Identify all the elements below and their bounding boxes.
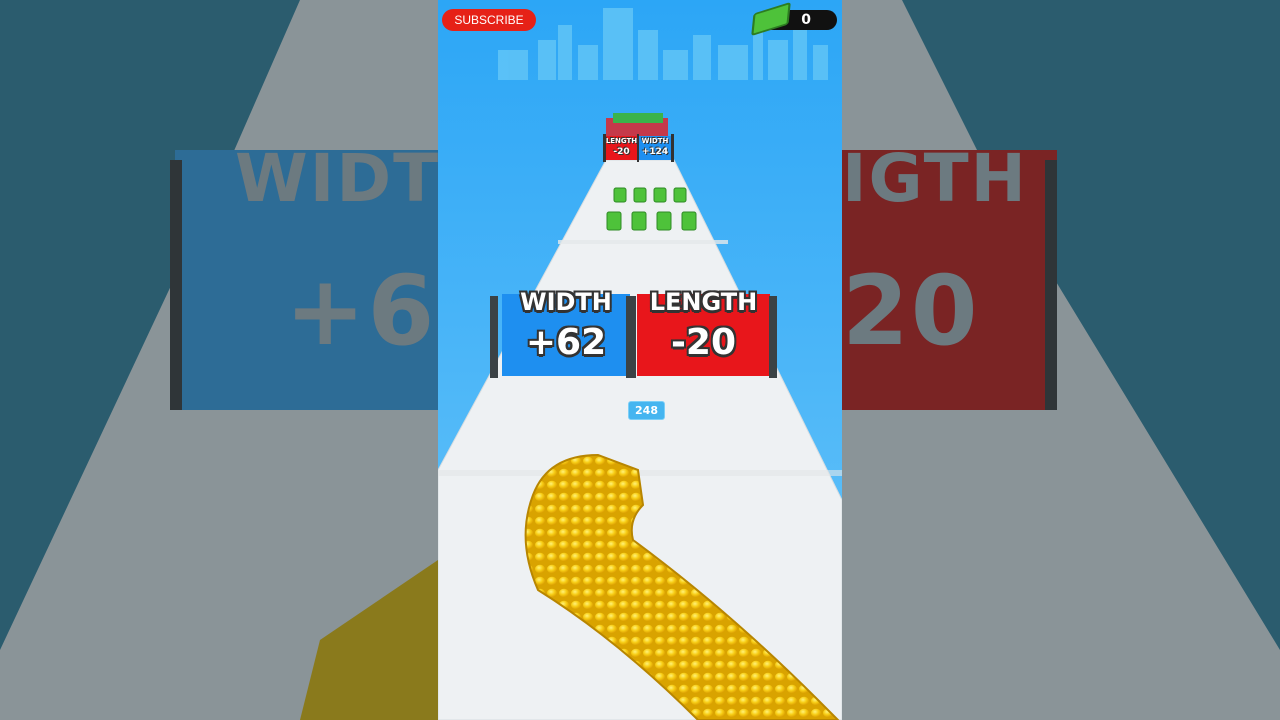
far-gate-width-label: WIDTH: [641, 137, 669, 145]
far-gate-length-label: LENGTH: [605, 137, 638, 145]
background-width-label: WIDT: [235, 140, 438, 217]
gate-post-left: [490, 296, 498, 378]
gate-length-label: LENGTH: [649, 288, 758, 316]
gate-post-right: [769, 296, 777, 378]
money-count: 0: [801, 12, 811, 28]
background-length-label: IGTH: [842, 140, 1028, 217]
background-right: IGTH 20: [842, 0, 1280, 720]
background-width-value: +6: [285, 255, 437, 367]
subscribe-button[interactable]: SUBSCRIBE: [442, 9, 536, 31]
gate-width-value: +62: [525, 322, 607, 363]
gate-width-label: WIDTH: [520, 288, 612, 316]
money-counter: 0: [751, 1, 837, 37]
far-gate-width-value: +124: [641, 147, 669, 157]
game-viewport[interactable]: LENGTH -20 WIDTH +124 WIDTH +62 LENGTH -…: [438, 0, 842, 720]
gate-length-value: -20: [670, 322, 737, 363]
crowd-counter: 248: [628, 401, 665, 420]
background-left: WIDT +6: [0, 0, 438, 720]
far-gate-length-value: -20: [613, 147, 630, 157]
background-length-value: 20: [842, 255, 980, 367]
